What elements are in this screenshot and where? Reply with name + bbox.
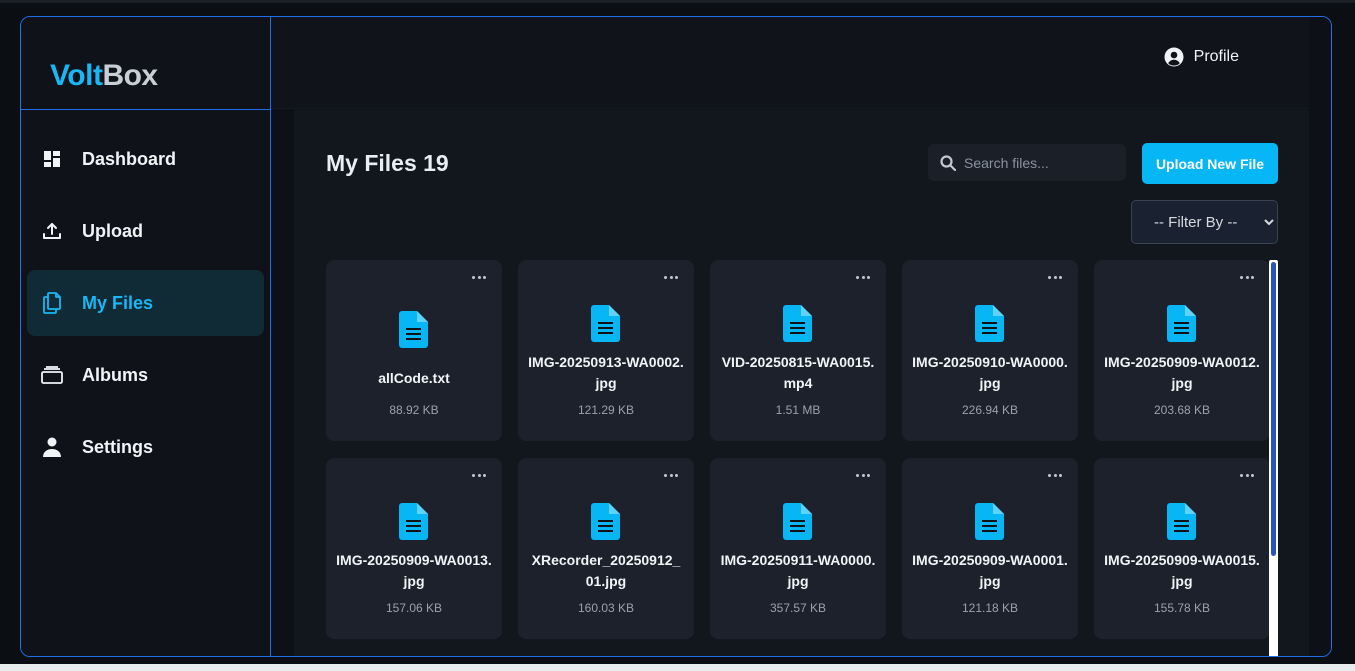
- file-size: 155.78 KB: [1153, 601, 1211, 615]
- file-name: IMG-20250909-WA0015.jpg: [1104, 552, 1260, 589]
- filter-select[interactable]: -- Filter By --: [1131, 200, 1278, 244]
- more-options-icon[interactable]: [1048, 470, 1062, 480]
- scrollbar-thumb[interactable]: [1271, 262, 1276, 556]
- file-name: IMG-20250910-WA0000.jpg: [912, 354, 1068, 391]
- more-options-icon[interactable]: [472, 470, 486, 480]
- sidebar-item-albums[interactable]: Albums: [27, 342, 264, 408]
- file-name: IMG-20250909-WA0012.jpg: [1104, 354, 1260, 391]
- file-name: IMG-20250909-WA0013.jpg: [336, 552, 492, 589]
- albums-icon: [41, 364, 63, 386]
- file-size: 157.06 KB: [385, 601, 443, 615]
- page-title: My Files 19: [326, 150, 449, 176]
- sidebar-item-dashboard[interactable]: Dashboard: [27, 126, 264, 192]
- search-input[interactable]: [964, 154, 1114, 171]
- file-icon: [783, 305, 812, 342]
- file-size: 357.57 KB: [769, 601, 827, 615]
- more-options-icon[interactable]: [664, 272, 678, 282]
- file-card[interactable]: IMG-20250910-WA0000.jpg 226.94 KB: [902, 260, 1078, 441]
- brand-part-volt: Volt: [50, 59, 103, 92]
- file-grid: allCode.txt 88.92 KB IMG-20250913-WA0002…: [326, 260, 1270, 639]
- file-name: XRecorder_20250912_01.jpg: [531, 552, 681, 589]
- file-name: IMG-20250913-WA0002.jpg: [528, 354, 684, 391]
- grid-scrollbar[interactable]: [1269, 260, 1278, 656]
- user-circle-icon: [1164, 47, 1184, 67]
- files-panel: My Files 19 Upload New File -- Filter By…: [294, 110, 1309, 656]
- file-card[interactable]: XRecorder_20250912_01.jpg 160.03 KB: [518, 458, 694, 639]
- sidebar-item-label: Albums: [82, 364, 149, 385]
- file-size: 160.03 KB: [577, 601, 635, 615]
- file-icon: [399, 503, 428, 540]
- file-card[interactable]: IMG-20250911-WA0000.jpg 357.57 KB: [710, 458, 886, 639]
- file-icon: [975, 305, 1004, 342]
- topbar: Profile: [272, 17, 1309, 109]
- more-options-icon[interactable]: [856, 272, 870, 282]
- upload-icon: [41, 220, 63, 242]
- file-card[interactable]: allCode.txt 88.92 KB: [326, 260, 502, 441]
- search-box[interactable]: [928, 144, 1126, 181]
- sidebar-item-my-files[interactable]: My Files: [27, 270, 264, 336]
- more-options-icon[interactable]: [1240, 272, 1254, 282]
- main-area: Profile My Files 19 Upload New File -- F…: [272, 17, 1331, 656]
- sidebar-item-label: Dashboard: [82, 148, 177, 169]
- sidebar-item-label: My Files: [82, 292, 154, 313]
- file-icon: [591, 503, 620, 540]
- file-card[interactable]: IMG-20250909-WA0012.jpg 203.68 KB: [1094, 260, 1270, 441]
- brand-logo[interactable]: VoltBox: [21, 17, 270, 110]
- window-bottom-strip: [0, 664, 1355, 671]
- sidebar: VoltBox Dashboard Upload My Files Albums…: [21, 17, 271, 656]
- file-icon: [1167, 503, 1196, 540]
- more-options-icon[interactable]: [664, 470, 678, 480]
- file-size: 121.18 KB: [961, 601, 1019, 615]
- window-top-strip: [0, 0, 1355, 3]
- file-name: IMG-20250909-WA0001.jpg: [912, 552, 1068, 589]
- sidebar-item-settings[interactable]: Settings: [27, 414, 264, 480]
- file-size: 121.29 KB: [577, 403, 635, 417]
- user-icon: [41, 436, 63, 458]
- file-size: 1.51 MB: [775, 403, 821, 417]
- file-icon: [975, 503, 1004, 540]
- file-name: allCode.txt: [378, 370, 450, 386]
- file-size: 203.68 KB: [1153, 403, 1211, 417]
- search-icon: [940, 154, 957, 171]
- file-icon: [783, 503, 812, 540]
- file-card[interactable]: IMG-20250909-WA0015.jpg 155.78 KB: [1094, 458, 1270, 639]
- app-frame: VoltBox Dashboard Upload My Files Albums…: [20, 16, 1332, 657]
- dashboard-icon: [41, 148, 63, 170]
- file-card[interactable]: IMG-20250909-WA0013.jpg 157.06 KB: [326, 458, 502, 639]
- more-options-icon[interactable]: [472, 272, 486, 282]
- sidebar-item-upload[interactable]: Upload: [27, 198, 264, 264]
- sidebar-item-label: Settings: [82, 436, 154, 457]
- file-card[interactable]: IMG-20250909-WA0001.jpg 121.18 KB: [902, 458, 1078, 639]
- files-icon: [41, 292, 63, 314]
- upload-new-file-button[interactable]: Upload New File: [1142, 143, 1278, 184]
- file-icon: [1167, 305, 1196, 342]
- file-card[interactable]: VID-20250815-WA0015.mp4 1.51 MB: [710, 260, 886, 441]
- file-name: IMG-20250911-WA0000.jpg: [720, 552, 876, 589]
- file-size: 88.92 KB: [389, 403, 439, 417]
- profile-button[interactable]: Profile: [1164, 47, 1239, 67]
- file-size: 226.94 KB: [961, 403, 1019, 417]
- profile-label: Profile: [1193, 48, 1239, 65]
- sidebar-nav: Dashboard Upload My Files Albums Setting…: [21, 110, 270, 480]
- more-options-icon[interactable]: [1240, 470, 1254, 480]
- more-options-icon[interactable]: [1048, 272, 1062, 282]
- file-icon: [399, 311, 428, 348]
- file-icon: [591, 305, 620, 342]
- more-options-icon[interactable]: [856, 470, 870, 480]
- file-name: VID-20250815-WA0015.mp4: [721, 354, 875, 391]
- brand-part-box: Box: [102, 59, 158, 92]
- file-card[interactable]: IMG-20250913-WA0002.jpg 121.29 KB: [518, 260, 694, 441]
- sidebar-item-label: Upload: [82, 220, 143, 241]
